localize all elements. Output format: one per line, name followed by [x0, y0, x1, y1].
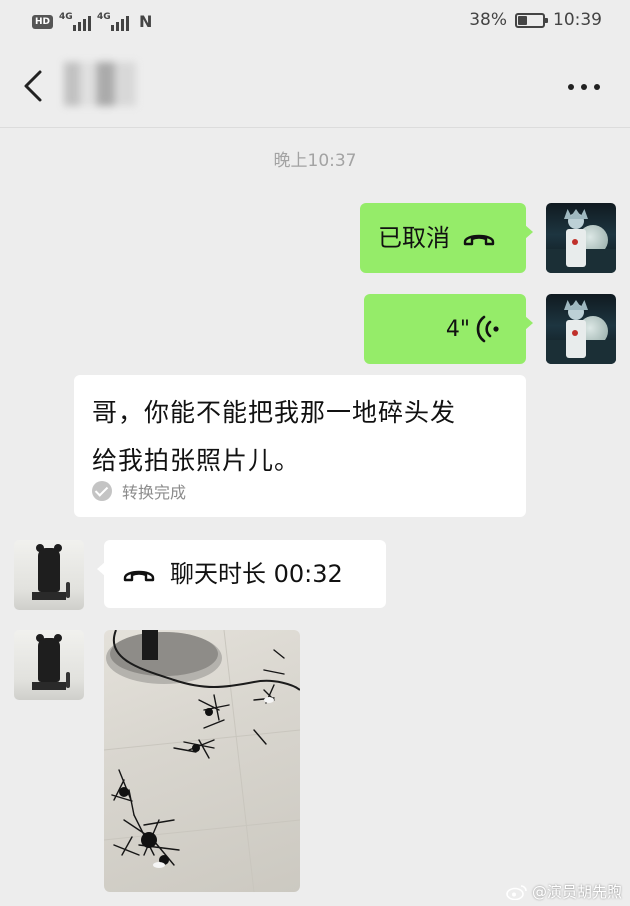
watermark-text: @演员胡先煦: [531, 883, 622, 901]
chat-header: [0, 44, 630, 128]
signal-icon-2: 4G: [97, 11, 130, 31]
nfc-icon: N: [139, 12, 153, 31]
battery-fill: [518, 15, 528, 25]
weibo-watermark: @演员胡先煦: [506, 881, 622, 902]
network-label-2: 4G: [97, 11, 111, 22]
message-timestamp: 晚上10:37: [273, 151, 357, 171]
back-button[interactable]: [20, 68, 50, 104]
status-right: 38% 10:39: [469, 10, 602, 30]
convert-status: 转换完成: [92, 479, 186, 503]
network-label: 4G: [59, 11, 73, 22]
hd-badge: HD: [32, 14, 54, 29]
contact-avatar[interactable]: [14, 540, 84, 610]
more-button[interactable]: [568, 84, 600, 90]
photo-icon: [104, 630, 300, 892]
chevron-left-icon: [24, 70, 42, 102]
check-circle-icon: [92, 481, 112, 501]
transcript-line-1: 哥，你能不能把我那一地碎头发: [92, 398, 457, 427]
call-duration-text: 聊天时长 00:32: [170, 560, 343, 588]
battery-percent: 38%: [469, 10, 507, 30]
phone-hangup-icon: [463, 234, 495, 246]
my-avatar[interactable]: [546, 294, 616, 364]
phone-hangup-icon: [123, 570, 155, 582]
weibo-icon: [506, 884, 527, 900]
clock: 10:39: [553, 10, 602, 30]
status-left: HD 4G 4G N: [32, 12, 152, 31]
call-duration-bubble[interactable]: 聊天时长 00:32: [97, 540, 386, 608]
contact-avatar[interactable]: [14, 630, 84, 700]
call-cancelled-bubble[interactable]: 已取消: [360, 203, 533, 273]
voice-transcript-bubble[interactable]: 哥，你能不能把我那一地碎头发 给我拍张照片儿。 转换完成: [74, 375, 526, 517]
convert-status-text: 转换完成: [122, 483, 187, 502]
voice-wave-icon: [476, 315, 499, 343]
more-dots-icon: [568, 84, 574, 90]
contact-name-blurred[interactable]: [64, 62, 136, 106]
voice-duration: 4": [445, 316, 470, 342]
status-bar: HD 4G 4G N 38% 10:39: [0, 0, 630, 44]
signal-icon: 4G: [59, 11, 92, 31]
voice-message-bubble[interactable]: 4": [364, 294, 533, 364]
call-cancelled-text: 已取消: [378, 224, 450, 252]
hair-on-floor-photo[interactable]: [104, 630, 300, 892]
transcript-line-2: 给我拍张照片儿。: [92, 446, 301, 475]
battery-icon: [515, 12, 548, 28]
my-avatar[interactable]: [546, 203, 616, 273]
